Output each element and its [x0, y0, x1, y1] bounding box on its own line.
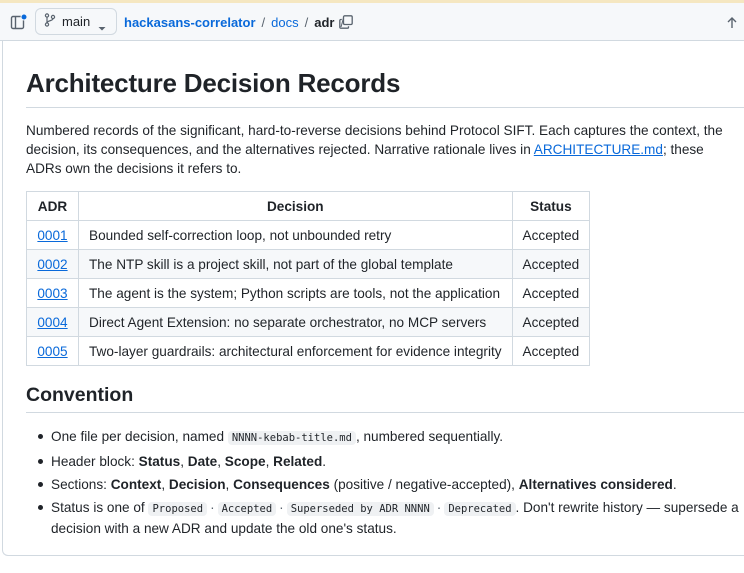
middot: · — [436, 500, 442, 515]
breadcrumb-current: adr — [314, 15, 335, 30]
list-text: . — [672, 477, 677, 492]
decision-cell: The agent is the system; Python scripts … — [78, 278, 513, 308]
adr-table: ADR Decision Status 0001 Bounded self-co… — [26, 191, 591, 366]
table-header-row: ADR Decision Status — [26, 191, 591, 221]
list-bold: Context — [110, 477, 162, 492]
table-row: 0004 Direct Agent Extension: no separate… — [26, 307, 591, 337]
list-text: , — [225, 477, 234, 492]
list-text: Sections: — [51, 477, 111, 492]
arrow-up-icon[interactable] — [727, 16, 739, 32]
adr-link[interactable]: 0002 — [37, 257, 67, 272]
architecture-link[interactable]: ARCHITECTURE.md — [534, 142, 663, 157]
intro-paragraph: Numbered records of the significant, har… — [26, 121, 738, 178]
column-header-decision: Decision — [78, 191, 513, 221]
list-text: . — [322, 454, 327, 469]
convention-list: One file per decision, named NNNN-kebab-… — [38, 427, 740, 542]
copy-icon[interactable] — [339, 15, 353, 32]
list-item: One file per decision, named NNNN-kebab-… — [38, 427, 740, 448]
list-bold: Scope — [224, 454, 266, 469]
breadcrumb-separator: / — [261, 15, 266, 30]
list-item: Status is one of Proposed · Accepted · Super… — [38, 498, 740, 538]
list-bold: Consequences — [233, 477, 330, 492]
status-cell: Accepted — [511, 307, 591, 337]
decision-cell: Bounded self-correction loop, not unboun… — [78, 220, 513, 250]
list-text: Status is one of — [51, 500, 149, 515]
list-text: One file per decision, named — [51, 429, 228, 444]
decision-cell: Direct Agent Extension: no separate orch… — [78, 307, 513, 337]
list-text: (positive / negative-accepted), — [329, 477, 519, 492]
branch-selector-button[interactable]: main — [35, 8, 117, 35]
list-bold: Status — [138, 454, 181, 469]
status-code: Accepted — [217, 502, 277, 516]
convention-divider — [26, 412, 744, 413]
breadcrumb-separator: / — [304, 15, 309, 30]
list-bold: Decision — [168, 477, 226, 492]
table-row: 0001 Bounded self-correction loop, not u… — [26, 220, 591, 250]
status-code: Deprecated — [444, 502, 516, 516]
list-text: , numbered sequentially. — [355, 429, 504, 444]
title-divider — [26, 107, 744, 108]
table-row: 0005 Two-layer guardrails: architectural… — [26, 336, 591, 366]
adr-link[interactable]: 0001 — [37, 228, 67, 243]
adr-link[interactable]: 0004 — [37, 315, 67, 330]
adr-link[interactable]: 0003 — [37, 286, 67, 301]
list-text: Header block: — [51, 454, 139, 469]
table-row: 0002 The NTP skill is a project skill, n… — [26, 249, 591, 279]
sidebar-toggle-icon[interactable] — [10, 13, 28, 31]
breadcrumb-docs-link[interactable]: docs — [271, 15, 298, 30]
branch-name: main — [62, 14, 91, 29]
list-text: , — [161, 477, 169, 492]
status-cell: Accepted — [511, 249, 591, 279]
page-title: Architecture Decision Records — [26, 68, 401, 98]
breadcrumb: hackasans-correlator / docs / adr / — [124, 15, 350, 30]
adr-link[interactable]: 0005 — [37, 344, 67, 359]
status-code: Proposed — [148, 502, 208, 516]
list-bold: Date — [187, 454, 218, 469]
list-text: , — [180, 454, 188, 469]
list-bold: Alternatives considered — [518, 477, 673, 492]
middot: · — [279, 500, 284, 515]
status-code: Superseded by ADR NNNN — [286, 502, 434, 516]
list-text: , — [217, 454, 225, 469]
column-header-status: Status — [511, 191, 591, 221]
status-cell: Accepted — [511, 278, 591, 308]
list-item: Sections: Context, Decision, Consequence… — [38, 475, 740, 494]
decision-cell: The NTP skill is a project skill, not pa… — [78, 249, 513, 279]
decision-cell: Two-layer guardrails: architectural enfo… — [78, 336, 513, 366]
list-bold: Related — [273, 454, 323, 469]
column-header-adr: ADR — [26, 191, 79, 221]
file-toolbar: main hackasans-correlator / docs / adr / — [0, 3, 744, 41]
status-cell: Accepted — [511, 336, 591, 366]
chevron-down-icon — [98, 19, 106, 35]
table-row: 0003 The agent is the system; Python scr… — [26, 278, 591, 308]
breadcrumb-repo-link[interactable]: hackasans-correlator — [124, 15, 256, 30]
filename-code: NNNN-kebab-title.md — [227, 431, 356, 445]
list-item: Header block: Status, Date, Scope, Relat… — [38, 452, 740, 471]
git-branch-icon — [44, 13, 56, 30]
status-cell: Accepted — [511, 220, 591, 250]
middot: · — [210, 500, 215, 515]
convention-heading: Convention — [26, 384, 134, 406]
